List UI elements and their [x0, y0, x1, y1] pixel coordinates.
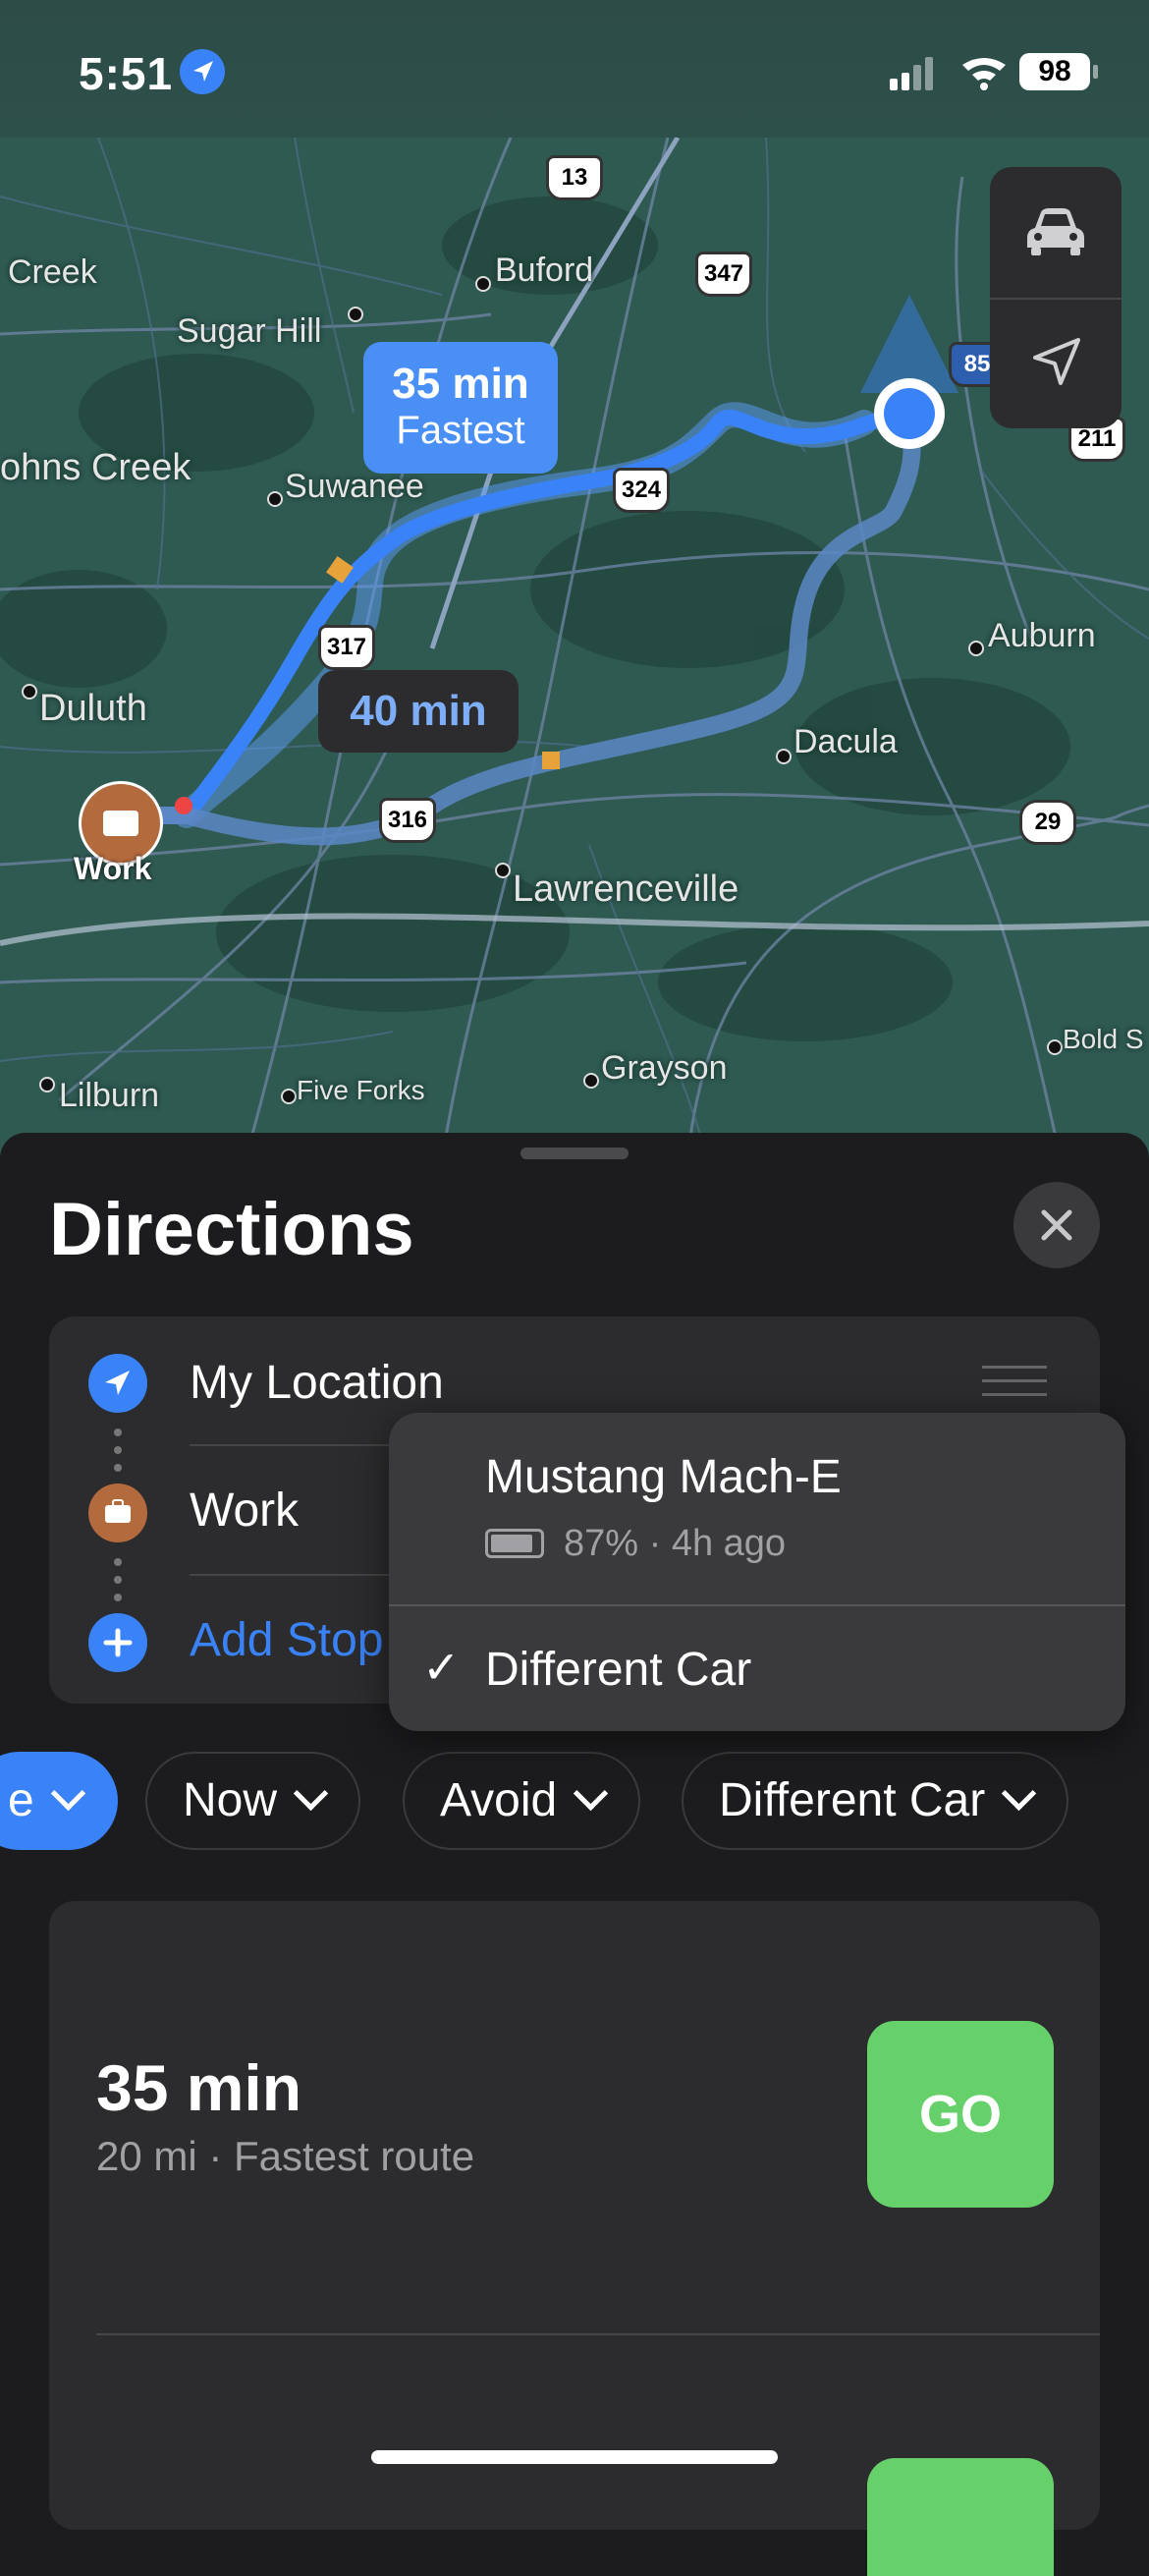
work-pin-label: Work: [74, 851, 152, 886]
destination-field[interactable]: Work: [190, 1484, 299, 1538]
go-button-2[interactable]: [867, 2458, 1054, 2576]
transport-mode-chip[interactable]: e: [0, 1752, 118, 1850]
add-stop-button[interactable]: Add Stop: [190, 1613, 383, 1667]
place-dot: [22, 684, 37, 700]
place-label: Sugar Hill: [177, 312, 322, 350]
chevron-down-icon: [1002, 1775, 1037, 1812]
route-duration: 35 min: [96, 2051, 302, 2124]
sheet-grabber[interactable]: [520, 1148, 629, 1159]
car-icon[interactable]: [1025, 206, 1086, 257]
place-dot: [39, 1077, 55, 1092]
divider: [96, 2333, 1100, 2335]
location-services-icon: [180, 49, 225, 94]
vehicle-chip[interactable]: Different Car: [682, 1752, 1069, 1850]
highway-shield: 29: [1019, 800, 1076, 845]
close-button[interactable]: [1013, 1182, 1100, 1268]
chip-label: e: [8, 1774, 34, 1826]
my-location-icon: [88, 1354, 147, 1413]
vehicle-option-different-car[interactable]: Different Car: [485, 1643, 751, 1697]
chevron-down-icon: [574, 1775, 609, 1812]
sheet-title: Directions: [49, 1188, 414, 1271]
go-button[interactable]: GO: [867, 2021, 1054, 2208]
chip-label: Different Car: [719, 1774, 986, 1826]
highway-shield: 317: [318, 625, 375, 670]
place-label: Five Forks: [297, 1075, 425, 1105]
place-label: Lawrenceville: [513, 868, 739, 910]
battery-indicator: 98: [1019, 53, 1090, 90]
place-label: Duluth: [39, 688, 147, 729]
checkmark-icon: ✓: [422, 1642, 461, 1693]
divider: [990, 298, 1122, 300]
avoid-chip[interactable]: Avoid: [403, 1752, 641, 1850]
vehicle-battery-status: 87% · 4h ago: [564, 1523, 787, 1564]
place-label: Auburn: [988, 617, 1096, 654]
route-result-card[interactable]: 35 min 20 mi · Fastest route GO: [49, 1901, 1100, 2576]
fastest-route-callout[interactable]: 35 min Fastest: [363, 342, 558, 474]
place-label: Dacula: [793, 723, 898, 760]
clock: 5:51: [79, 48, 174, 99]
fastest-route-label: Fastest: [396, 409, 525, 452]
highway-shield: 13: [546, 155, 603, 200]
vehicle-menu: Mustang Mach-E 87% · 4h ago ✓ Different …: [389, 1413, 1125, 1731]
place-dot: [495, 863, 511, 878]
place-dot: [1047, 1039, 1063, 1055]
map-controls: [990, 167, 1122, 428]
reorder-handle[interactable]: [982, 1366, 1047, 1407]
plus-icon[interactable]: [88, 1613, 147, 1672]
place-dot: [475, 276, 491, 292]
chevron-down-icon: [50, 1775, 85, 1812]
place-label: Grayson: [601, 1049, 728, 1087]
location-arrow-icon[interactable]: [1031, 336, 1082, 387]
place-dot: [776, 749, 792, 764]
alternate-route-callout[interactable]: 40 min: [318, 670, 519, 753]
highway-shield: 347: [695, 252, 752, 297]
vehicle-option-mustang[interactable]: Mustang Mach-E: [485, 1450, 842, 1504]
fastest-route-time: 35 min: [392, 360, 529, 408]
battery-tip: [1093, 65, 1098, 79]
chip-label: Avoid: [440, 1774, 558, 1826]
place-dot: [281, 1089, 297, 1104]
home-indicator[interactable]: [371, 2450, 778, 2464]
place-label: Bold S: [1063, 1024, 1144, 1054]
briefcase-icon: [88, 1484, 147, 1542]
signal-wifi-icons: [890, 57, 1006, 90]
divider: [389, 1604, 1125, 1606]
place-dot: [968, 641, 984, 656]
briefcase-icon: [103, 811, 138, 836]
battery-icon: [485, 1529, 544, 1558]
place-dot: [583, 1073, 599, 1089]
place-dot: [348, 307, 363, 322]
place-label: Creek: [8, 253, 97, 291]
depart-time-chip[interactable]: Now: [145, 1752, 361, 1850]
place-label: Buford: [495, 252, 594, 289]
map-view[interactable]: 5:51 98 Creek Buford Sugar Hill ohns Cre…: [0, 0, 1149, 1159]
status-bar: 5:51 98: [0, 0, 1149, 138]
current-location-dot[interactable]: [884, 388, 935, 439]
origin-field[interactable]: My Location: [190, 1356, 444, 1410]
place-dot: [267, 491, 283, 507]
close-icon: [1041, 1209, 1072, 1241]
highway-shield: 316: [379, 798, 436, 843]
chevron-down-icon: [293, 1775, 329, 1812]
chip-label: Now: [183, 1774, 278, 1826]
place-label: ohns Creek: [0, 447, 192, 488]
place-label: Lilburn: [59, 1077, 160, 1114]
route-details: 20 mi · Fastest route: [96, 2133, 475, 2179]
connector-dots: [114, 1428, 122, 1482]
connector-dots: [114, 1558, 122, 1611]
highway-shield: 324: [613, 468, 670, 513]
